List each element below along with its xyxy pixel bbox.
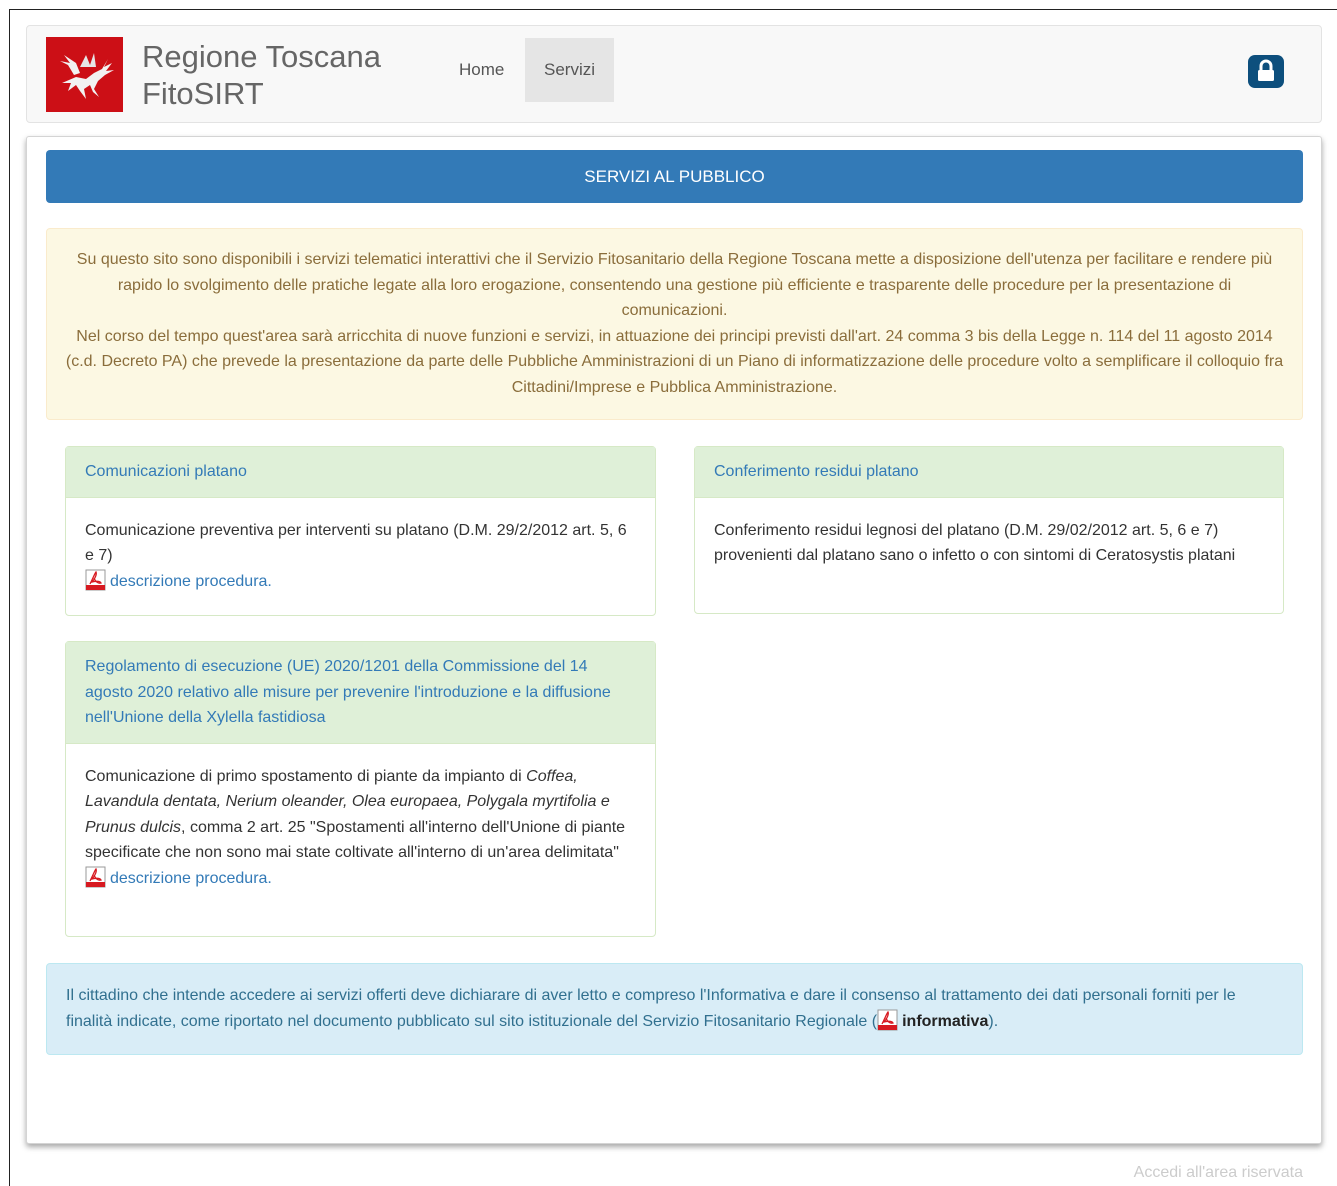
- card-comunicazioni-platano: Comunicazioni platano Comunicazione prev…: [65, 446, 656, 616]
- intro-paragraph-1: Su questo sito sono disponibili i serviz…: [76, 251, 1273, 319]
- pdf-icon: [877, 1009, 898, 1030]
- pdf-icon: [85, 569, 106, 590]
- notice-end: ).: [988, 1012, 999, 1030]
- card-title[interactable]: Regolamento di esecuzione (UE) 2020/1201…: [66, 642, 655, 744]
- informativa-link[interactable]: informativa: [877, 1009, 989, 1030]
- card-xylella: Regolamento di esecuzione (UE) 2020/1201…: [65, 641, 656, 937]
- login-button[interactable]: [1248, 55, 1284, 88]
- informativa-link-text: informativa: [902, 1012, 989, 1030]
- pegasus-icon: [46, 37, 123, 112]
- procedure-link[interactable]: descrizione procedura.: [85, 866, 272, 887]
- card-body: Comunicazione di primo spostamento di pi…: [66, 744, 655, 912]
- card-title[interactable]: Comunicazioni platano: [66, 447, 655, 498]
- procedure-link-text: descrizione procedura: [110, 572, 268, 590]
- pdf-icon: [85, 866, 106, 887]
- brand-line1: Regione Toscana: [142, 39, 381, 74]
- procedure-link[interactable]: descrizione procedura.: [85, 569, 272, 590]
- regione-toscana-logo[interactable]: [46, 37, 123, 112]
- card-description: Comunicazione di primo spostamento di pi…: [85, 767, 626, 862]
- card-body: Comunicazione preventiva per interventi …: [66, 498, 655, 615]
- brand-line2: FitoSIRT: [142, 76, 264, 111]
- card-description: Comunicazione preventiva per interventi …: [85, 521, 627, 565]
- page-title: SERVIZI AL PUBBLICO: [46, 150, 1303, 203]
- nav-servizi[interactable]: Servizi: [525, 38, 615, 102]
- card-description: Conferimento residui legnosi del platano…: [714, 521, 1236, 565]
- intro-paragraph-2: Nel corso del tempo quest'area sarà arri…: [65, 327, 1284, 396]
- lock-icon: [1258, 59, 1274, 81]
- notice-text: Il cittadino che intende accedere ai ser…: [66, 987, 1236, 1030]
- main-panel: SERVIZI AL PUBBLICO Su questo sito sono …: [26, 136, 1322, 1144]
- card-title[interactable]: Conferimento residui platano: [695, 447, 1283, 498]
- brand-title[interactable]: Regione Toscana FitoSIRT: [142, 38, 381, 112]
- navbar: Regione Toscana FitoSIRT Home Servizi: [26, 25, 1322, 123]
- intro-alert: Su questo sito sono disponibili i serviz…: [46, 228, 1303, 420]
- nav-home[interactable]: Home: [440, 38, 523, 102]
- card-conferimento-residui: Conferimento residui platano Conferiment…: [694, 446, 1284, 614]
- reserved-area-link[interactable]: Accedi all'area riservata: [1134, 1164, 1303, 1182]
- procedure-link-text: descrizione procedura: [110, 869, 268, 887]
- card-body: Conferimento residui legnosi del platano…: [695, 498, 1283, 589]
- privacy-notice: Il cittadino che intende accedere ai ser…: [46, 963, 1303, 1055]
